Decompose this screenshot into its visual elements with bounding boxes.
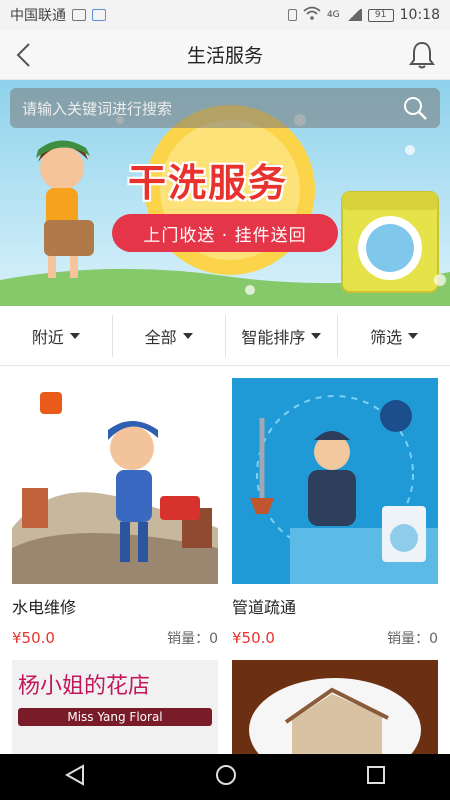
service-name: 水电维修: [12, 598, 77, 617]
search-icon[interactable]: [402, 95, 428, 121]
filter-sort[interactable]: 智能排序: [224, 314, 338, 357]
clock: 10:18: [399, 7, 440, 23]
filter-bar: 附近 全部 智能排序 筛选: [0, 306, 450, 366]
square-recents-icon: [366, 766, 385, 784]
chevron-left-icon: [16, 43, 30, 67]
signal-icon: [345, 9, 362, 21]
banner-subtitle: 上门收送 · 挂件送回: [112, 214, 338, 252]
home-nav-button[interactable]: [214, 763, 238, 791]
service-card-pipe-unclog[interactable]: 管道疏通 ¥50.0 销量：0: [232, 378, 438, 648]
search-bar[interactable]: 请输入关键词进行搜索: [10, 88, 440, 128]
filter-options[interactable]: 筛选: [337, 314, 450, 357]
back-nav-button[interactable]: [63, 764, 87, 790]
status-bar: 中国联通 4G 91 10:18: [0, 0, 450, 30]
filter-category[interactable]: 全部: [111, 314, 225, 357]
circle-home-icon: [215, 765, 236, 785]
page-title: 生活服务: [186, 45, 263, 67]
service-image: 杨小姐的花店 Miss Yang Floral: [12, 660, 218, 754]
caret-down-icon: [69, 332, 80, 339]
nav-bar: 生活服务: [0, 30, 450, 80]
service-card-house[interactable]: [232, 660, 438, 754]
recents-nav-button[interactable]: [365, 764, 387, 790]
bell-icon: [409, 41, 435, 69]
service-card-plumbing-electrical[interactable]: 水电维修 ¥50.0 销量：0: [12, 378, 218, 648]
service-sales: 销量：0: [387, 631, 438, 647]
carrier-label: 中国联通: [10, 8, 66, 24]
service-image: [232, 660, 438, 754]
back-button[interactable]: [10, 40, 40, 70]
notification-icon: [92, 9, 106, 21]
filter-label: 智能排序: [241, 327, 306, 347]
caret-down-icon: [182, 332, 193, 339]
search-input[interactable]: 请输入关键词进行搜索: [22, 98, 402, 119]
service-image: [232, 378, 438, 584]
filter-nearby[interactable]: 附近: [0, 315, 112, 357]
filter-label: 附近: [31, 327, 64, 347]
image-icon: [72, 9, 86, 21]
network-type: 4G: [326, 10, 340, 20]
service-card-flower-shop[interactable]: 杨小姐的花店 Miss Yang Floral: [12, 660, 218, 754]
filter-label: 全部: [144, 327, 177, 347]
filter-label: 筛选: [370, 327, 403, 347]
caret-down-icon: [311, 332, 322, 339]
service-image: [12, 378, 218, 584]
caret-down-icon: [408, 332, 419, 339]
vibrate-icon: [287, 9, 297, 21]
service-price: ¥50.0: [12, 629, 55, 647]
service-sales: 销量：0: [167, 631, 218, 647]
promo-banner[interactable]: 请输入关键词进行搜索 干洗服务 上门收送 · 挂件送回: [0, 80, 450, 306]
battery-level: 91: [374, 10, 387, 20]
notifications-button[interactable]: [408, 40, 436, 70]
wifi-icon: [303, 6, 321, 24]
system-navigation-bar: [0, 754, 450, 800]
service-name: 管道疏通: [232, 598, 297, 617]
shop-sign-en: Miss Yang Floral: [18, 708, 212, 726]
shop-sign: 杨小姐的花店: [18, 674, 151, 699]
battery-icon: 91: [367, 8, 394, 22]
service-price: ¥50.0: [232, 629, 275, 647]
banner-title: 干洗服务: [128, 161, 289, 205]
triangle-back-icon: [65, 764, 85, 786]
